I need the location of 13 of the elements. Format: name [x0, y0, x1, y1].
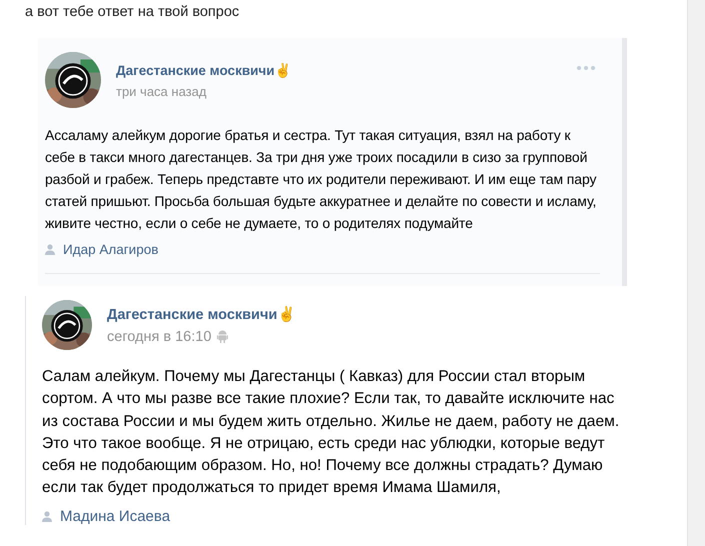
comment-text: а вот тебе ответ на твой вопрос — [25, 4, 240, 20]
post-time[interactable]: три часа назад — [116, 84, 206, 98]
signer-name[interactable]: Идар Алагиров — [63, 242, 158, 257]
scrollbar[interactable] — [687, 0, 705, 546]
person-icon — [42, 510, 52, 522]
signer-name[interactable]: Мадина Исаева — [60, 508, 170, 525]
community-name[interactable]: Дагестанские москвичи✌ — [107, 306, 647, 322]
community-name[interactable]: Дагестанские москвичи✌ — [116, 62, 562, 78]
person-icon — [45, 244, 55, 255]
post-text: Салам алейкум. Почему мы Дагестанцы ( Кавказ) для России стал вторым сортом. А что мы разве все такие плохие? Если так, то давайте исключите нас из состава России и мы будем жить отдельно. Жилье не даем, работу не даем. Это что такое вообще. Я не отрицаю, есть среди нас ублюдки, которые ведут себя не подобающим образом. Но, но! Почему все должны страдать? Думаю если так будет продолжаться то придет время Имама Шамиля, — [42, 367, 620, 498]
more-icon[interactable] — [577, 66, 595, 70]
post-text: Ассаламу алейкум дорогие братья и сестра. Тут такая ситуация, взял на работу к себе в такси много дагестанцев. За три дня уже троих посадили в сизо за групповой разбой и грабеж. Теперь представте что их родители переживают. И им еще там пару статей пришьют. Просьба большая будьте аккуратнее и делайте по совести и исламу, живите честно, если о себе не думаете, то о родителях подумайте — [45, 126, 598, 233]
post-time[interactable]: сегодня в 16:10 — [107, 328, 212, 344]
